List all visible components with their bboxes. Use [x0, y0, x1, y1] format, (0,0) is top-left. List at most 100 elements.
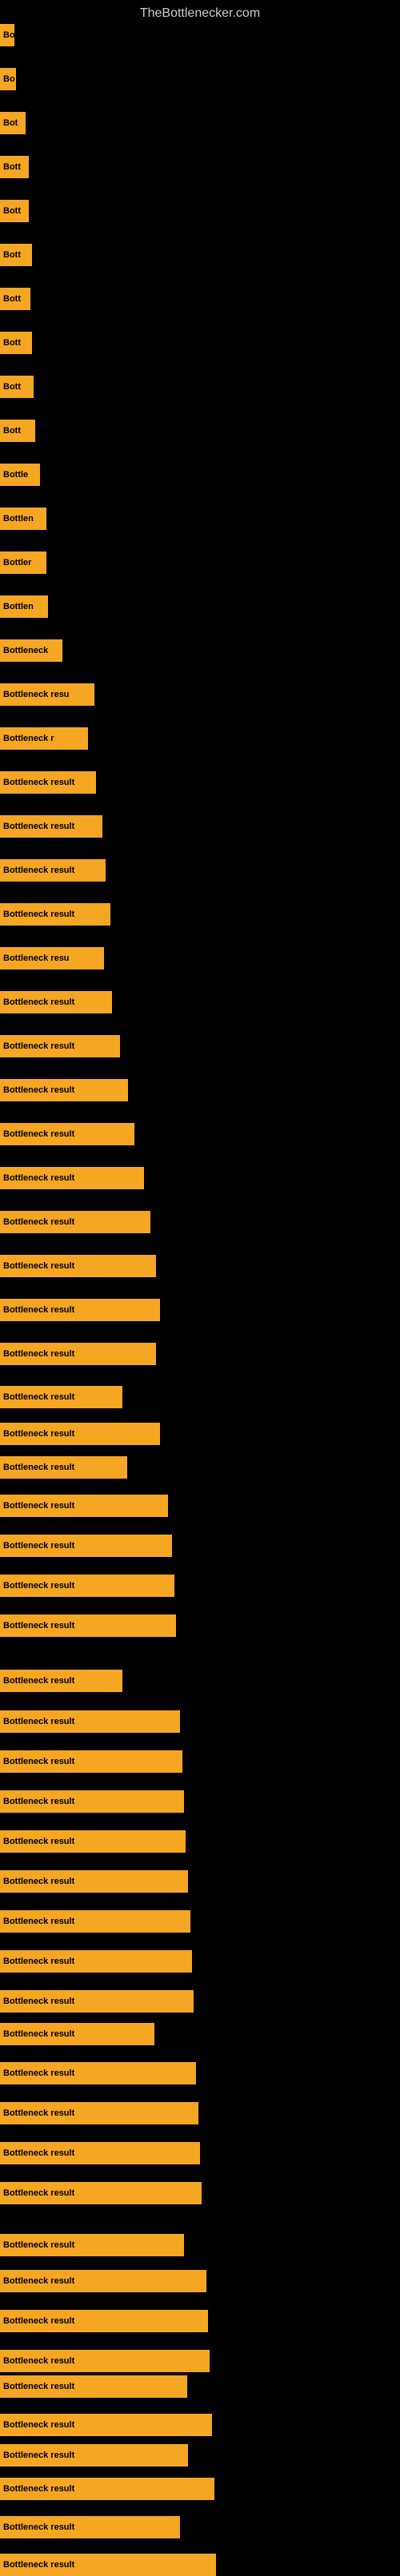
list-item: Bo — [0, 68, 16, 90]
bar-label: Bottleneck result — [3, 910, 74, 919]
bar-label: Bottleneck result — [3, 1501, 74, 1511]
bar: Bottleneck result — [0, 2310, 208, 2332]
bar-label: Bottleneck result — [3, 1392, 74, 1402]
bar: Bottleneck result — [0, 1870, 188, 1893]
list-item: Bottleneck result — [0, 1575, 174, 1597]
bar: Bottleneck result — [0, 1456, 127, 1479]
bar: Bottleneck result — [0, 1343, 156, 1365]
list-item: Bottleneck result — [0, 2182, 202, 2204]
bar-label: Bottleneck — [3, 646, 48, 655]
bar: Bottleneck result — [0, 2350, 210, 2372]
bar-label: Bottleneck resu — [3, 690, 70, 699]
bar-label: Bottleneck result — [3, 2316, 74, 2326]
list-item: Bottleneck resu — [0, 683, 94, 706]
list-item: Bottleneck result — [0, 1614, 176, 1637]
list-item: Bottleneck result — [0, 2350, 210, 2372]
bar: Bottleneck result — [0, 1211, 150, 1233]
list-item: Bottleneck result — [0, 2310, 208, 2332]
bar: Bottleneck result — [0, 2478, 214, 2500]
bar-label: Bottleneck result — [3, 2382, 74, 2391]
bar: Bott — [0, 200, 29, 222]
list-item: Bottleneck result — [0, 1343, 156, 1365]
bar: Bottleneck result — [0, 2142, 200, 2164]
bar: Bott — [0, 376, 34, 398]
list-item: Bottleneck result — [0, 1950, 192, 1973]
bar: Bottleneck result — [0, 1830, 186, 1853]
bar-label: Bottleneck result — [3, 2420, 74, 2430]
bar-label: Bottlen — [3, 514, 34, 524]
list-item: Bottlen — [0, 508, 46, 530]
list-item: Bottleneck result — [0, 991, 112, 1013]
list-item: Bottle — [0, 464, 40, 486]
bar: Bottleneck — [0, 639, 62, 662]
list-item: Bott — [0, 156, 29, 178]
list-item: Bott — [0, 244, 32, 266]
bar: Bo — [0, 24, 14, 46]
bar-label: Bot — [3, 118, 18, 128]
bar: Bottleneck result — [0, 815, 102, 838]
bar-label: Bottleneck result — [3, 2188, 74, 2198]
bar: Bottleneck result — [0, 1495, 168, 1517]
bar: Bottleneck result — [0, 1035, 120, 1057]
list-item: Bottleneck result — [0, 2554, 216, 2576]
list-item: Bottleneck result — [0, 1386, 122, 1408]
bar: Bottleneck result — [0, 1750, 182, 1773]
list-item: Bottleneck result — [0, 1910, 190, 1933]
bar: Bottleneck result — [0, 1575, 174, 1597]
list-item: Bottleneck result — [0, 1211, 150, 1233]
list-item: Bottleneck result — [0, 1750, 182, 1773]
bar: Bottleneck result — [0, 1710, 180, 1733]
bar-label: Bott — [3, 426, 21, 436]
bar: Bottleneck result — [0, 2182, 202, 2204]
bar: Bottleneck result — [0, 2234, 184, 2256]
bar: Bottleneck result — [0, 1535, 172, 1557]
list-item: Bot — [0, 112, 26, 134]
list-item: Bottleneck result — [0, 771, 96, 794]
list-item: Bottlen — [0, 595, 48, 618]
list-item: Bott — [0, 420, 35, 442]
bar-label: Bottleneck result — [3, 1349, 74, 1359]
list-item: Bottleneck result — [0, 2234, 184, 2256]
list-item: Bottleneck result — [0, 1495, 168, 1517]
bar-label: Bottleneck result — [3, 2148, 74, 2158]
bar-label: Bottleneck result — [3, 2276, 74, 2286]
list-item: Bottleneck result — [0, 815, 102, 838]
bar: Bottleneck result — [0, 2516, 180, 2538]
bar: Bottleneck result — [0, 991, 112, 1013]
list-item: Bott — [0, 376, 34, 398]
bar-label: Bottleneck result — [3, 2451, 74, 2460]
list-item: Bottleneck result — [0, 1535, 172, 1557]
bar-label: Bottleneck result — [3, 1085, 74, 1095]
bar: Bott — [0, 332, 32, 354]
bar-label: Bottleneck result — [3, 1173, 74, 1183]
list-item: Bottler — [0, 551, 46, 574]
bar-label: Bottleneck result — [3, 1997, 74, 2006]
bar-label: Bottleneck result — [3, 866, 74, 875]
bar-label: Bottleneck result — [3, 1041, 74, 1051]
bar-label: Bott — [3, 294, 21, 304]
list-item: Bott — [0, 288, 30, 310]
bar: Bottleneck result — [0, 2062, 196, 2084]
bar-label: Bottleneck result — [3, 1717, 74, 1726]
bar: Bottleneck result — [0, 1423, 160, 1445]
list-item: Bottleneck result — [0, 2414, 212, 2436]
bar-label: Bottleneck result — [3, 1261, 74, 1271]
bar-label: Bottleneck result — [3, 1621, 74, 1630]
bar-label: Bott — [3, 338, 21, 348]
list-item: Bottleneck result — [0, 1167, 144, 1189]
bar: Bottleneck result — [0, 1614, 176, 1637]
bar-label: Bottleneck result — [3, 2356, 74, 2366]
bar: Bottler — [0, 551, 46, 574]
bar: Bottleneck resu — [0, 683, 94, 706]
bar-label: Bo — [3, 30, 14, 40]
bar-label: Bottleneck result — [3, 2029, 74, 2039]
bar-label: Bottleneck result — [3, 2484, 74, 2494]
bar: Bottleneck resu — [0, 947, 104, 969]
bar: Bottlen — [0, 595, 48, 618]
bar: Bo — [0, 68, 16, 90]
bar-label: Bottleneck result — [3, 2240, 74, 2250]
bar: Bottleneck r — [0, 727, 88, 750]
list-item: Bottleneck result — [0, 1255, 156, 1277]
bar-label: Bottleneck result — [3, 778, 74, 787]
bar-label: Bottleneck r — [3, 734, 54, 743]
